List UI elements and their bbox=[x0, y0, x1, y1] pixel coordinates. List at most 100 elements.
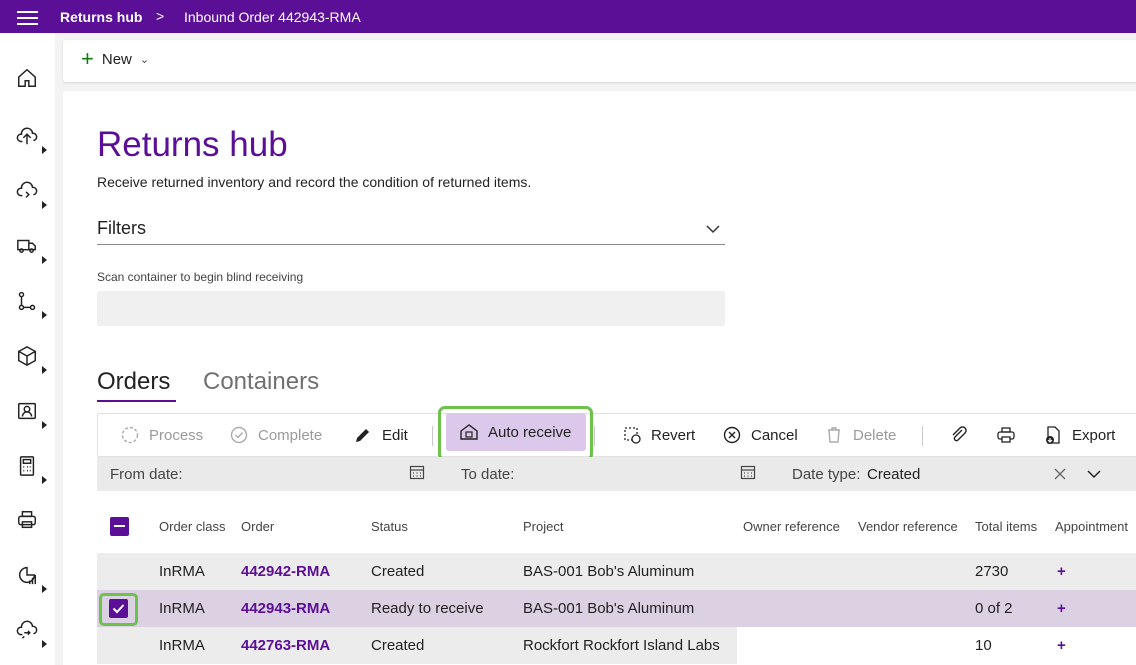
edit-button[interactable]: Edit bbox=[353, 425, 408, 445]
order-class-cell: InRMA bbox=[159, 637, 205, 654]
cancel-button[interactable]: Cancel bbox=[722, 425, 798, 445]
table-row-selected[interactable]: InRMA 442943-RMA Ready to receive BAS-00… bbox=[97, 590, 1136, 627]
table-row[interactable]: InRMA 442763-RMA Created Rockfort Rockfo… bbox=[97, 627, 1136, 664]
check-circle-icon bbox=[230, 426, 248, 444]
export-label: Export bbox=[1072, 426, 1116, 444]
home-icon[interactable] bbox=[16, 67, 40, 91]
printer-icon[interactable] bbox=[16, 509, 40, 533]
cancel-circle-icon bbox=[723, 426, 741, 444]
calculator-icon[interactable] bbox=[16, 455, 40, 479]
column-header[interactable]: Appointment bbox=[1055, 519, 1128, 534]
add-appointment-icon[interactable]: + bbox=[1057, 600, 1066, 617]
status-cell: Created bbox=[371, 637, 425, 654]
date-type-value[interactable]: Created bbox=[867, 466, 920, 483]
project-cell: BAS-001 Bob's Aluminum bbox=[523, 600, 695, 617]
chevron-down-icon: ⌄ bbox=[139, 53, 150, 66]
top-bar: Returns hub > Inbound Order 442943-RMA bbox=[0, 0, 1136, 33]
order-link[interactable]: 442763-RMA bbox=[241, 637, 330, 654]
flow-icon[interactable] bbox=[16, 290, 40, 314]
calendar-icon[interactable] bbox=[409, 464, 425, 480]
column-header[interactable]: Owner reference bbox=[743, 519, 840, 534]
page-title: Returns hub bbox=[97, 125, 288, 164]
revert-label: Revert bbox=[651, 426, 696, 444]
export-button[interactable]: Export bbox=[1043, 425, 1115, 445]
status-cell: Ready to receive bbox=[371, 600, 484, 617]
refresh-cloud-icon[interactable] bbox=[16, 180, 40, 204]
date-filter-bar: From date: To date: Date type: Created bbox=[97, 457, 1136, 491]
column-header[interactable]: Order bbox=[241, 519, 274, 534]
complete-label: Complete bbox=[258, 426, 323, 444]
column-header[interactable]: Status bbox=[371, 519, 408, 534]
paperclip-icon bbox=[952, 426, 967, 442]
hamburger-menu-icon[interactable] bbox=[17, 11, 38, 25]
project-cell: Rockfort Rockfort Island Labs bbox=[523, 637, 720, 654]
order-link[interactable]: 442943-RMA bbox=[241, 600, 330, 617]
column-header[interactable]: Project bbox=[523, 519, 563, 534]
total-items-cell: 10 bbox=[975, 637, 992, 654]
breadcrumb-app[interactable]: Returns hub bbox=[60, 9, 142, 25]
auto-receive-icon bbox=[460, 424, 478, 440]
column-header[interactable]: Order class bbox=[159, 519, 225, 534]
delete-button[interactable]: Delete bbox=[824, 425, 896, 445]
new-button[interactable]: + New ⌄ bbox=[81, 46, 150, 71]
table-row[interactable]: InRMA 442942-RMA Created BAS-001 Bob's A… bbox=[97, 553, 1136, 590]
from-date-label[interactable]: From date: bbox=[110, 466, 183, 483]
trash-icon bbox=[828, 427, 840, 443]
clear-filter-icon[interactable] bbox=[1054, 468, 1066, 480]
print-button[interactable] bbox=[996, 425, 1025, 445]
upload-icon[interactable] bbox=[16, 125, 40, 149]
row-checkbox-checked[interactable] bbox=[109, 599, 128, 618]
table-header: Order class Order Status Project Owner r… bbox=[97, 509, 1136, 543]
chevron-down-icon[interactable] bbox=[1087, 467, 1101, 481]
breadcrumb-separator-icon: > bbox=[156, 8, 165, 24]
box-icon[interactable] bbox=[16, 345, 40, 369]
add-appointment-icon[interactable]: + bbox=[1057, 637, 1066, 654]
printer-icon bbox=[997, 427, 1015, 443]
total-items-cell: 0 of 2 bbox=[975, 600, 1013, 617]
plus-icon: + bbox=[81, 46, 94, 71]
cancel-label: Cancel bbox=[751, 426, 798, 444]
export-icon bbox=[1046, 426, 1060, 444]
to-date-label[interactable]: To date: bbox=[461, 466, 514, 483]
tab-containers[interactable]: Containers bbox=[203, 368, 319, 396]
page-subtitle: Receive returned inventory and record th… bbox=[97, 174, 532, 190]
truck-icon[interactable] bbox=[16, 235, 40, 259]
calendar-icon[interactable] bbox=[740, 464, 756, 480]
complete-button[interactable]: Complete bbox=[229, 425, 322, 445]
order-class-cell: InRMA bbox=[159, 563, 205, 580]
filters-label: Filters bbox=[97, 218, 146, 238]
status-cell: Created bbox=[371, 563, 425, 580]
new-button-label: New bbox=[101, 50, 132, 68]
process-button[interactable]: Process bbox=[120, 425, 203, 445]
attach-button[interactable] bbox=[949, 425, 978, 445]
add-appointment-icon[interactable]: + bbox=[1057, 563, 1066, 580]
left-navigation-rail bbox=[0, 33, 55, 665]
tab-orders[interactable]: Orders bbox=[97, 368, 170, 396]
tab-orders-underline bbox=[97, 400, 176, 402]
command-bar: + New ⌄ bbox=[63, 40, 1136, 82]
auto-receive-label: Auto receive bbox=[488, 423, 572, 441]
pencil-icon bbox=[356, 429, 369, 442]
process-icon bbox=[121, 426, 139, 444]
select-all-checkbox[interactable] bbox=[110, 517, 129, 536]
project-cell: BAS-001 Bob's Aluminum bbox=[523, 563, 695, 580]
cloud-sync-icon[interactable] bbox=[16, 619, 40, 643]
scan-container-input[interactable] bbox=[97, 291, 725, 326]
chevron-down-icon bbox=[706, 225, 720, 234]
report-icon[interactable] bbox=[16, 564, 40, 588]
revert-button[interactable]: Revert bbox=[622, 425, 695, 445]
contact-icon[interactable] bbox=[16, 400, 40, 424]
breadcrumb-page: Inbound Order 442943-RMA bbox=[184, 9, 361, 25]
column-header[interactable]: Total items bbox=[975, 519, 1037, 534]
revert-icon bbox=[624, 427, 641, 444]
order-link[interactable]: 442942-RMA bbox=[241, 563, 330, 580]
main-panel: Returns hub Receive returned inventory a… bbox=[63, 91, 1136, 665]
order-class-cell: InRMA bbox=[159, 600, 205, 617]
auto-receive-highlight: Auto receive bbox=[438, 406, 593, 461]
scan-label: Scan container to begin blind receiving bbox=[97, 270, 304, 284]
auto-receive-button[interactable]: Auto receive bbox=[446, 413, 586, 451]
column-header[interactable]: Vendor reference bbox=[858, 519, 958, 534]
filters-dropdown[interactable]: Filters bbox=[97, 218, 725, 245]
edit-label: Edit bbox=[382, 426, 408, 444]
delete-label: Delete bbox=[853, 426, 897, 444]
